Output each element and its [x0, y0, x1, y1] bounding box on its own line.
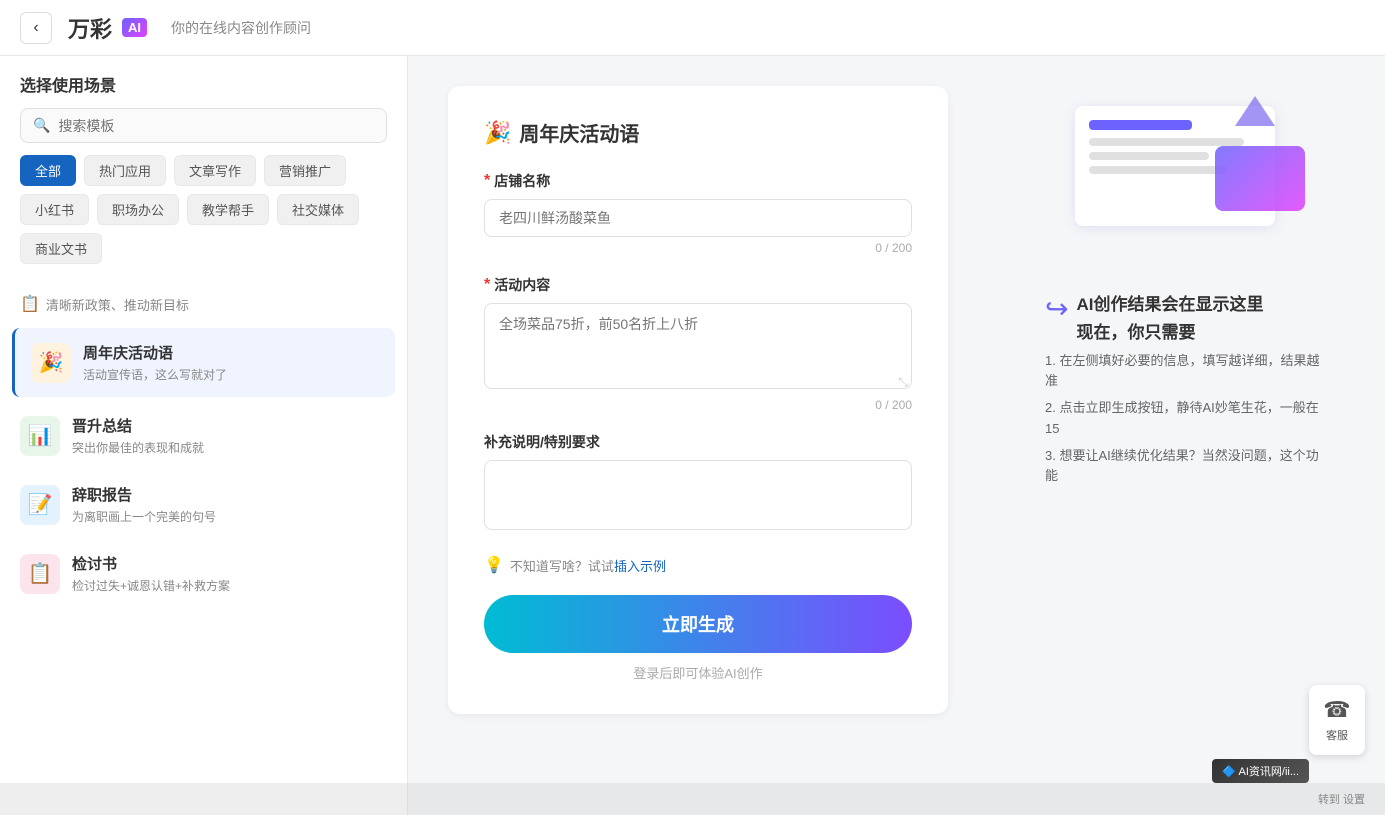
- hint-text: 不知道写啥？试试插入示例: [510, 556, 666, 575]
- ai-hint-title: AI创作结果会在显示这里: [1076, 292, 1263, 318]
- field-supplement: 补充说明/特别要求: [484, 432, 912, 535]
- customer-service-icon: ☎: [1323, 697, 1350, 723]
- list-item-icon-resign: 📝: [20, 485, 60, 525]
- breadcrumb-label: 清晰新政策、推动新目标: [46, 295, 189, 314]
- ai-hint-steps: 1. 在左侧填好必要的信息，填写越详细，结果越准 2. 点击立即生成按钮，静待A…: [1045, 351, 1325, 488]
- card-title-text: 周年庆活动语: [519, 118, 639, 147]
- list-item-icon-anniversary: 🎉: [31, 343, 71, 383]
- activity-footer: 0 / 200: [484, 398, 912, 412]
- sidebar-list: 📋 清晰新政策、推动新目标 🎉 周年庆活动语 活动宣传语，这么写就对了 📊 晋升…: [0, 276, 407, 815]
- ai-hint-box: ↩ AI创作结果会在显示这里 现在，你只需要 1. 在左侧填好必要的信息，填写越…: [1025, 276, 1345, 503]
- logo-ai-badge: AI: [122, 18, 147, 37]
- list-item-promotion[interactable]: 📊 晋升总结 突出你最佳的表现和成就: [0, 401, 407, 470]
- activity-content-textarea[interactable]: [484, 303, 912, 389]
- list-item-text-resign: 辞职报告 为离职画上一个完美的句号: [72, 484, 387, 525]
- label-text-activity: 活动内容: [494, 275, 550, 295]
- list-item-text-anniversary: 周年庆活动语 活动宣传语，这么写就对了: [83, 342, 379, 383]
- header: ‹ 万彩 AI 你的在线内容创作顾问: [0, 0, 1385, 56]
- list-item-title-review: 检讨书: [72, 553, 387, 574]
- supplement-textarea[interactable]: [484, 460, 912, 530]
- tag-business[interactable]: 商业文书: [20, 233, 102, 264]
- tags-area: 全部 热门应用 文章写作 营销推广 小红书 职场办公 教学帮手 社交媒体 商业文…: [0, 155, 407, 276]
- store-name-footer: 0 / 200: [484, 241, 912, 255]
- field-label-store-name: * 店铺名称: [484, 171, 912, 191]
- customer-service-label: 客服: [1326, 727, 1348, 743]
- bottom-bar: 转到 设置: [0, 783, 1385, 815]
- ai-hint-title-area: AI创作结果会在显示这里 现在，你只需要: [1076, 292, 1263, 343]
- list-item-icon-promotion: 📊: [20, 416, 60, 456]
- tag-marketing[interactable]: 营销推广: [264, 155, 346, 186]
- search-input[interactable]: [58, 118, 374, 134]
- required-mark-store: *: [484, 172, 490, 190]
- search-icon: 🔍: [33, 117, 50, 134]
- tag-office[interactable]: 职场办公: [97, 194, 179, 225]
- card-title: 🎉 周年庆活动语: [484, 118, 912, 147]
- decoration-image: [1055, 96, 1315, 256]
- field-store-name: * 店铺名称 0 / 200: [484, 171, 912, 255]
- logo-text: 万彩: [68, 12, 112, 44]
- hint-icon: 💡: [484, 555, 504, 575]
- tag-xiaohongshu[interactable]: 小红书: [20, 194, 89, 225]
- logo-area: 万彩 AI: [68, 12, 147, 44]
- tag-all[interactable]: 全部: [20, 155, 76, 186]
- back-icon: ‹: [33, 19, 38, 37]
- list-item-text-review: 检讨书 检讨过失+诚恩认错+补救方案: [72, 553, 387, 594]
- list-item-icon-review: 📋: [20, 554, 60, 594]
- tag-hot[interactable]: 热门应用: [84, 155, 166, 186]
- right-decoration: ↩ AI创作结果会在显示这里 现在，你只需要 1. 在左侧填好必要的信息，填写越…: [1025, 96, 1345, 503]
- content-area: 🎉 周年庆活动语 * 店铺名称 0 / 200 * 活动内容: [408, 56, 1385, 815]
- ai-resource-badge: 🔷 AI资讯网/ii...: [1212, 759, 1309, 783]
- list-item-subtitle-review: 检讨过失+诚恩认错+补救方案: [72, 577, 387, 594]
- hint-row[interactable]: 💡 不知道写啥？试试插入示例: [484, 555, 912, 575]
- label-text-supplement: 补充说明/特别要求: [484, 432, 600, 452]
- field-label-supplement: 补充说明/特别要求: [484, 432, 912, 452]
- ai-hint-subtitle: 现在，你只需要: [1076, 318, 1263, 343]
- list-item-subtitle-promotion: 突出你最佳的表现和成就: [72, 439, 387, 456]
- field-label-activity: * 活动内容: [484, 275, 912, 295]
- tag-teaching[interactable]: 教学帮手: [187, 194, 269, 225]
- tag-article[interactable]: 文章写作: [174, 155, 256, 186]
- header-subtitle: 你的在线内容创作顾问: [171, 18, 311, 38]
- activity-char-count: 0 / 200: [875, 398, 912, 412]
- list-item-review[interactable]: 📋 检讨书 检讨过失+诚恩认错+补救方案: [0, 539, 407, 608]
- list-item-title-anniversary: 周年庆活动语: [83, 342, 379, 363]
- list-item-resign[interactable]: 📝 辞职报告 为离职画上一个完美的句号: [0, 470, 407, 539]
- required-mark-activity: *: [484, 276, 490, 294]
- breadcrumb-icon: 📋: [20, 294, 40, 314]
- store-name-char-count: 0 / 200: [875, 241, 912, 255]
- ai-hint-step-2: 2. 点击立即生成按钮，静待AI妙笔生花，一般在15: [1045, 398, 1325, 440]
- activity-textarea-wrapper: ⤡: [484, 303, 912, 394]
- title-icon: 🎉: [484, 120, 511, 146]
- field-activity-content: * 活动内容 ⤡ 0 / 200: [484, 275, 912, 412]
- hint-link[interactable]: 插入示例: [614, 559, 666, 574]
- tag-social[interactable]: 社交媒体: [277, 194, 359, 225]
- ai-hint-step-3: 3. 想要让AI继续优化结果？当然没问题，这个功能: [1045, 446, 1325, 488]
- ai-hint-step-1: 1. 在左侧填好必要的信息，填写越详细，结果越准: [1045, 351, 1325, 393]
- search-box[interactable]: 🔍: [20, 108, 387, 143]
- label-text-store: 店铺名称: [494, 171, 550, 191]
- main-layout: 选择使用场景 🔍 全部 热门应用 文章写作 营销推广 小红书 职场办公 教学帮手…: [0, 56, 1385, 815]
- sidebar: 选择使用场景 🔍 全部 热门应用 文章写作 营销推广 小红书 职场办公 教学帮手…: [0, 56, 408, 815]
- list-item-text-promotion: 晋升总结 突出你最佳的表现和成就: [72, 415, 387, 456]
- list-item-subtitle-resign: 为离职画上一个完美的句号: [72, 508, 387, 525]
- sidebar-header: 选择使用场景 🔍: [0, 56, 407, 155]
- back-button[interactable]: ‹: [20, 12, 52, 44]
- bottom-bar-text: 转到 设置: [1318, 791, 1365, 807]
- generate-hint: 登录后即可体验AI创作: [484, 663, 912, 682]
- sidebar-title: 选择使用场景: [20, 72, 387, 96]
- ai-badge-text: 🔷 AI资讯网/ii...: [1222, 766, 1299, 778]
- list-item-title-promotion: 晋升总结: [72, 415, 387, 436]
- arrow-icon: ↩: [1045, 292, 1068, 325]
- resize-handle[interactable]: ⤡: [898, 375, 908, 390]
- store-name-input[interactable]: [484, 199, 912, 237]
- list-item-anniversary[interactable]: 🎉 周年庆活动语 活动宣传语，这么写就对了: [12, 328, 395, 397]
- generate-button[interactable]: 立即生成: [484, 595, 912, 653]
- list-item-subtitle-anniversary: 活动宣传语，这么写就对了: [83, 366, 379, 383]
- customer-service-button[interactable]: ☎ 客服: [1309, 685, 1365, 755]
- breadcrumb-item: 📋 清晰新政策、推动新目标: [0, 284, 407, 324]
- form-card: 🎉 周年庆活动语 * 店铺名称 0 / 200 * 活动内容: [448, 86, 948, 714]
- list-item-title-resign: 辞职报告: [72, 484, 387, 505]
